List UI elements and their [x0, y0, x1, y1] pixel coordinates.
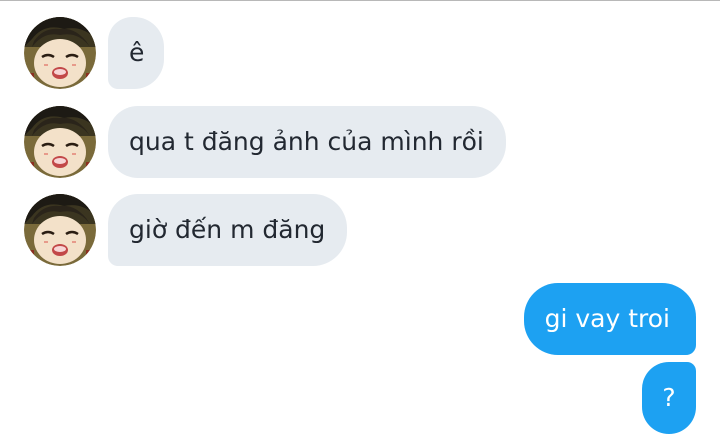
message-text: giờ đến m đăng [129, 215, 326, 244]
conversation-view[interactable]: ê qua t đăng ảnh của mình rồi giờ đến m … [0, 0, 720, 437]
avatar[interactable] [24, 17, 96, 89]
incoming-message-bubble[interactable]: giờ đến m đăng [108, 194, 348, 266]
message-text: ê [129, 38, 145, 67]
incoming-message-bubble[interactable]: qua t đăng ảnh của mình rồi [108, 106, 506, 178]
incoming-message-row: giờ đến m đăng [24, 194, 348, 266]
anime-character-avatar-icon [24, 194, 96, 266]
outgoing-message-bubble[interactable]: gi vay troi [523, 283, 696, 355]
avatar[interactable] [24, 194, 96, 266]
message-text: gi vay troi [544, 304, 670, 333]
message-text: ? [662, 383, 676, 412]
avatar[interactable] [24, 106, 96, 178]
anime-character-avatar-icon [24, 106, 96, 178]
outgoing-message-bubble[interactable]: ? [642, 362, 696, 434]
incoming-message-row: qua t đăng ảnh của mình rồi [24, 106, 506, 178]
incoming-message-row: ê [24, 17, 165, 89]
message-text: qua t đăng ảnh của mình rồi [129, 127, 484, 156]
incoming-message-bubble[interactable]: ê [108, 17, 165, 89]
anime-character-avatar-icon [24, 17, 96, 89]
